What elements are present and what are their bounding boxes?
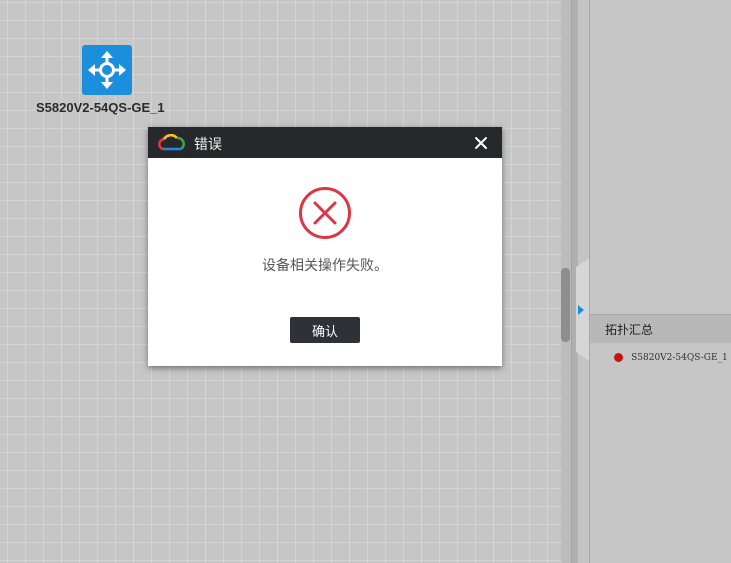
status-dot-icon	[614, 353, 623, 362]
screen: S5820V2-54QS-GE_1 拓扑汇总 S5820V2-54QS-GE_1…	[0, 0, 731, 563]
error-dialog: 错误 设备相关操作失败。 确认	[148, 127, 502, 366]
dialog-header[interactable]: 错误	[148, 127, 502, 158]
dialog-title: 错误	[194, 137, 222, 153]
expand-arrow-icon[interactable]	[578, 305, 584, 315]
summary-list-item[interactable]: S5820V2-54QS-GE_1	[614, 347, 728, 366]
cloud-logo-icon	[158, 134, 186, 151]
topology-summary-title: 拓扑汇总	[605, 323, 654, 337]
canvas-scrollbar-thumb[interactable]	[561, 268, 570, 342]
device-switch-node[interactable]	[82, 45, 132, 95]
topology-summary-header[interactable]: 拓扑汇总	[590, 314, 731, 343]
switch-arrows-icon	[88, 51, 126, 89]
right-panel: 拓扑汇总 S5820V2-54QS-GE_1	[590, 0, 731, 563]
close-icon[interactable]	[474, 136, 488, 150]
summary-item-label: S5820V2-54QS-GE_1	[631, 352, 728, 363]
error-x-icon	[299, 187, 351, 239]
confirm-button[interactable]: 确认	[290, 317, 360, 343]
device-label: S5820V2-54QS-GE_1	[36, 100, 165, 115]
error-message: 设备相关操作失败。	[262, 258, 388, 274]
